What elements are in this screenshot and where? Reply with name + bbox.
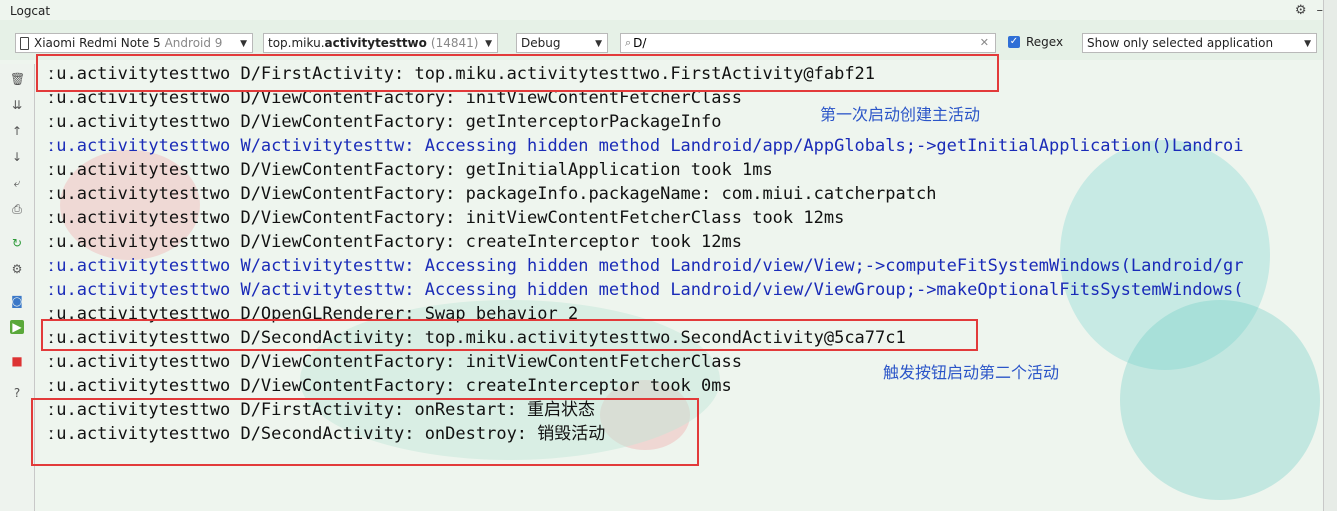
trash-icon[interactable]: 🗑 [10,72,25,86]
log-line: ːu.activitytesttwo D/ViewContentFactory:… [46,208,845,228]
highlight-box-second-activity [41,319,978,351]
chevron-down-icon: ▼ [240,39,247,49]
video-icon[interactable]: ▶ [10,320,24,334]
chevron-down-icon: ▼ [485,39,492,49]
search-field[interactable]: ⌕ ✕ [620,33,996,53]
print-icon[interactable]: ⎙ [10,202,24,216]
device-name: Xiaomi Redmi Note 5 [34,36,161,50]
regex-label: Regex [1026,35,1064,49]
device-selector[interactable]: Xiaomi Redmi Note 5 Android 9 ▼ [15,33,253,53]
filter-value: Show only selected application [1087,36,1274,50]
process-selector[interactable]: top.miku. activitytesttwo (14841) ▼ [263,33,498,53]
logcat-side-toolbar: 🗑 ⇊ ↑ ↓ ⤶ ⎙ ↻ ⚙ ◙ ▶ ■ ? [0,64,35,511]
log-line: ːu.activitytesttwo D/ViewContentFactory:… [46,160,773,180]
window-title: Logcat [10,4,51,18]
device-os: Android 9 [164,36,223,50]
scroll-to-end-icon[interactable]: ⇊ [10,98,24,112]
log-line: ːu.activitytesttwo D/ViewContentFactory:… [46,376,732,396]
window-titlebar: Logcat ⚙ – [0,0,1337,22]
gear-icon[interactable]: ⚙ [1295,3,1307,18]
clear-icon[interactable]: ✕ [980,36,989,49]
search-input[interactable] [631,36,956,50]
process-prefix: top.miku. [268,36,325,50]
annotation-note-2: 触发按钮启动第二个活动 [883,363,1060,382]
log-line: ːu.activitytesttwo D/ViewContentFactory:… [46,352,742,372]
log-level-selector[interactable]: Debug ▼ [516,33,608,53]
log-level-value: Debug [521,36,561,50]
regex-checkbox[interactable]: ✓ [1008,36,1020,48]
regex-option[interactable]: ✓ Regex [1008,35,1063,49]
chevron-down-icon: ▼ [595,39,602,49]
process-name: activitytesttwo [324,36,427,50]
log-line: ːu.activitytesttwo D/ViewContentFactory:… [46,232,742,252]
screenshot-icon[interactable]: ◙ [10,294,24,308]
filter-selector[interactable]: Show only selected application ▼ [1082,33,1317,53]
right-side-strip [1323,0,1337,511]
stop-icon[interactable]: ■ [10,354,24,368]
highlight-box-lifecycle [31,398,699,466]
log-line: ːu.activitytesttwo W/activitytesttw: Acc… [46,256,1244,276]
up-arrow-icon[interactable]: ↑ [10,124,24,138]
annotation-note-1: 第一次启动创建主活动 [820,105,981,124]
restart-icon[interactable]: ↻ [10,236,24,250]
log-line: ːu.activitytesttwo D/ViewContentFactory:… [46,184,937,204]
log-line: ːu.activitytesttwo W/activitytesttw: Acc… [46,280,1244,300]
phone-icon [20,36,29,50]
soft-wrap-icon[interactable]: ⤶ [10,176,24,190]
down-arrow-icon[interactable]: ↓ [10,150,24,164]
log-line: ːu.activitytesttwo D/ViewContentFactory:… [46,112,722,132]
chevron-down-icon: ▼ [1304,39,1311,49]
process-pid: (14841) [430,36,479,50]
highlight-box-first-activity [36,54,999,92]
help-icon[interactable]: ? [10,386,24,400]
settings-icon[interactable]: ⚙ [10,262,24,276]
log-line: ːu.activitytesttwo W/activitytesttw: Acc… [46,136,1244,156]
